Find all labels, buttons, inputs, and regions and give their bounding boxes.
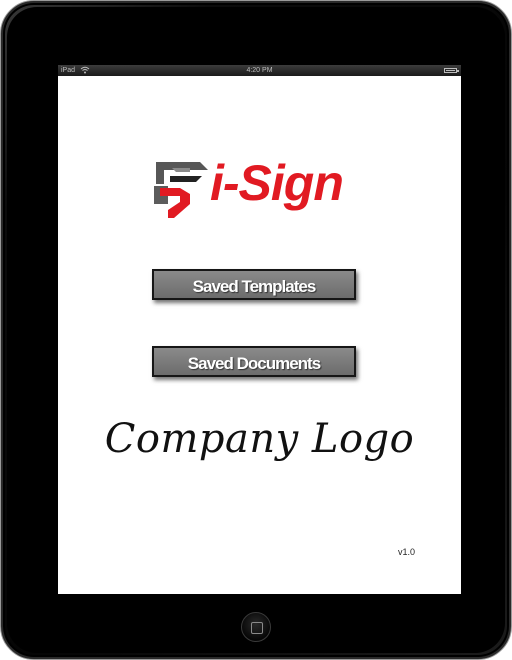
home-button[interactable] [241,612,271,642]
home-button-icon [251,622,263,634]
app-logo-text: i-Sign [210,155,344,211]
app-screen: i-Sign Saved Templates Saved Documents C… [58,76,461,594]
battery-icon [444,68,459,73]
version-label: v1.0 [397,547,415,557]
saved-documents-button[interactable]: Saved Documents [152,346,356,377]
status-bar: iPad 4:20 PM [58,65,461,76]
i-sign-logo-mark-icon [154,162,208,218]
battery-level [446,70,455,71]
saved-templates-button[interactable]: Saved Templates [152,269,356,300]
status-time: 4:20 PM [246,67,273,74]
app-logo: i-Sign [150,155,365,228]
company-logo: Company Logo [104,416,415,462]
